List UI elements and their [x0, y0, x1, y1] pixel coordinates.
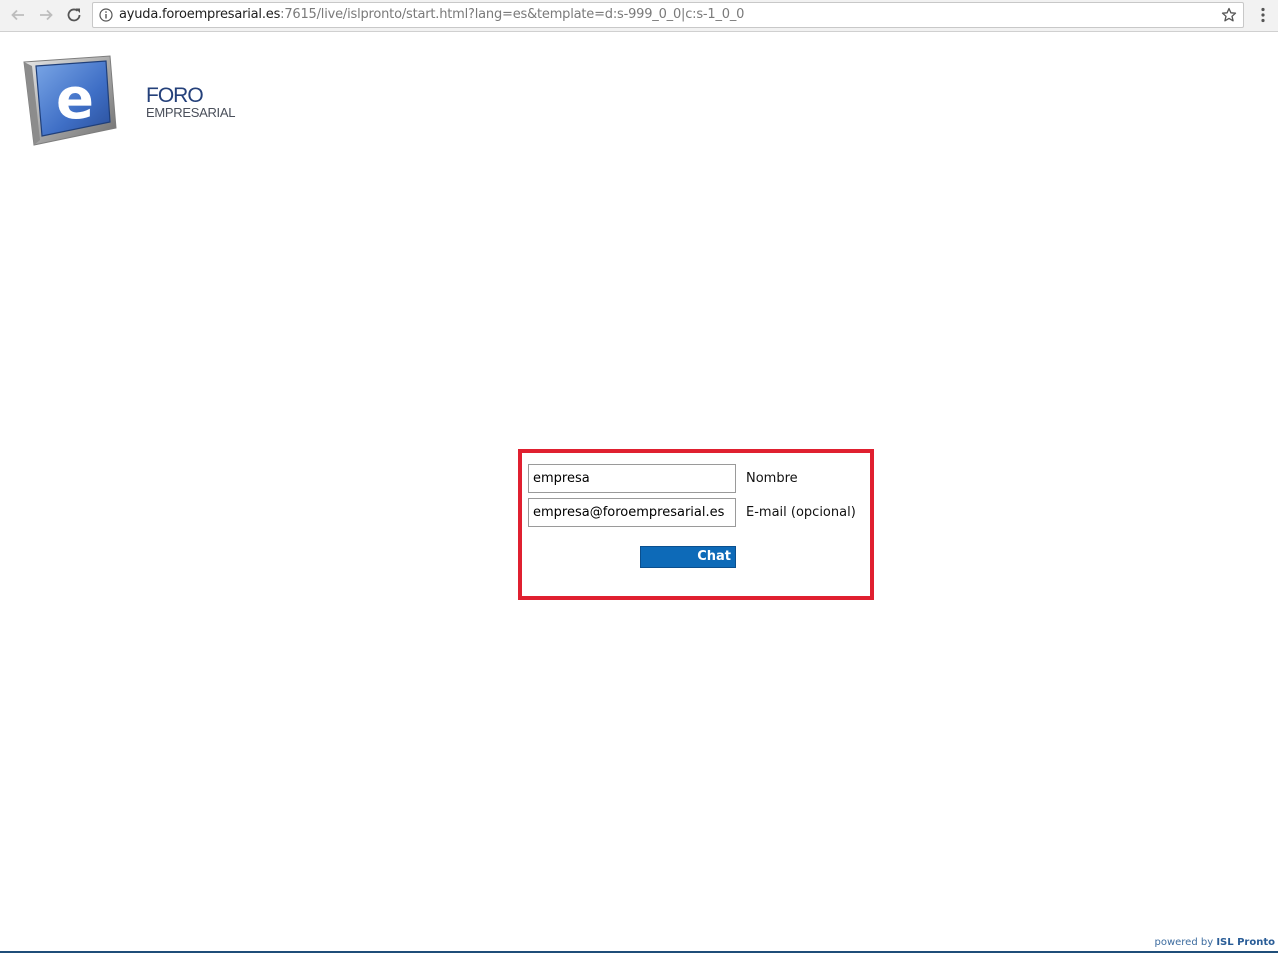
email-input[interactable]: [528, 498, 736, 527]
chat-button[interactable]: Chat: [640, 546, 736, 568]
powered-by-footer[interactable]: powered by ISL Pronto: [1154, 937, 1275, 948]
star-icon[interactable]: [1221, 7, 1237, 23]
info-icon[interactable]: [99, 8, 113, 22]
name-input[interactable]: [528, 464, 736, 493]
logo-letter: e: [56, 67, 94, 132]
forward-arrow-icon: [40, 9, 53, 21]
menu-icon: [1261, 7, 1265, 23]
brand-name: FORO EMPRESARIAL: [146, 84, 236, 120]
chat-login-form: Nombre E-mail (opcional) Chat: [518, 449, 874, 600]
forward-button[interactable]: [34, 3, 58, 27]
browser-menu-button[interactable]: [1254, 4, 1272, 26]
back-arrow-icon: [11, 9, 24, 21]
bottom-divider: [0, 951, 1278, 953]
foro-empresarial-logo: e: [23, 55, 117, 146]
reload-icon: [67, 8, 81, 22]
back-button[interactable]: [6, 3, 30, 27]
email-label: E-mail (opcional): [746, 505, 856, 520]
browser-toolbar: ayuda.foroempresarial.es:7615/live/islpr…: [0, 0, 1278, 32]
powered-by-brand: ISL Pronto: [1216, 937, 1275, 948]
brand-line-empresarial: EMPRESARIAL: [146, 105, 236, 120]
brand-line-foro: FORO: [146, 84, 204, 107]
url-text[interactable]: ayuda.foroempresarial.es:7615/live/islpr…: [119, 7, 744, 23]
address-bar[interactable]: ayuda.foroempresarial.es:7615/live/islpr…: [92, 2, 1244, 28]
url-host: ayuda.foroempresarial.es: [119, 7, 281, 22]
reload-button[interactable]: [62, 3, 86, 27]
powered-by-prefix: powered by: [1154, 937, 1214, 948]
url-path: :7615/live/islpronto/start.html?lang=es&…: [280, 7, 745, 22]
name-label: Nombre: [746, 471, 798, 486]
